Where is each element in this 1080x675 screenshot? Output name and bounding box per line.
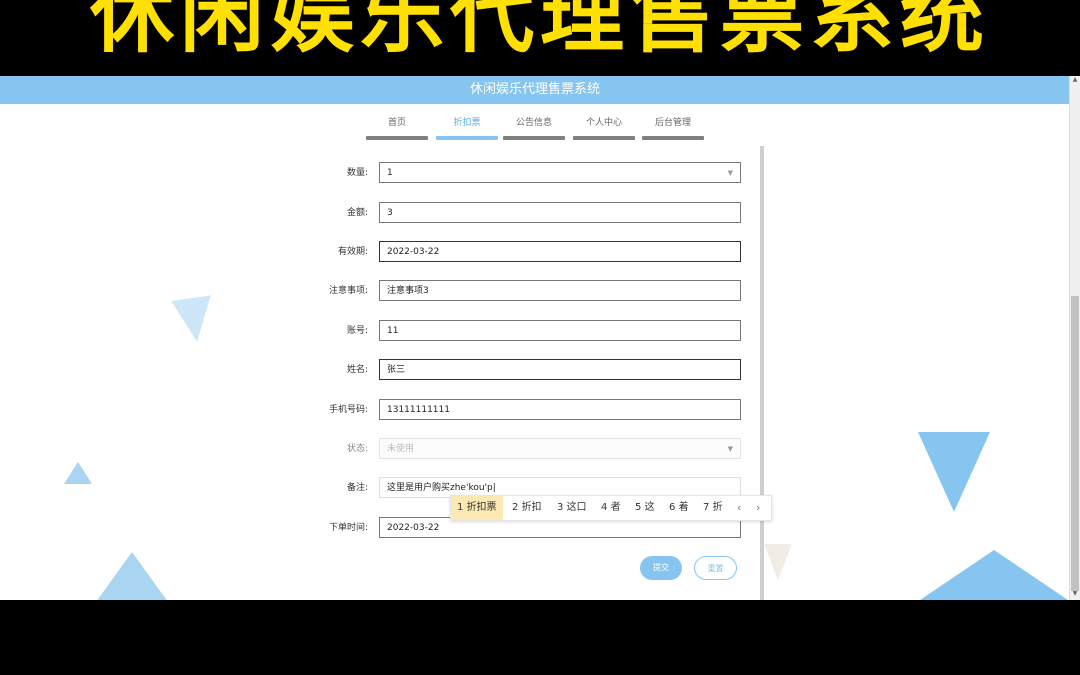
browser-page: 休闲娱乐代理售票系统 首页 折扣票 公告信息 个人中心 后台管理 数量: 1 ▼… <box>0 76 1080 600</box>
nav-underline <box>573 136 635 140</box>
ime-candidate[interactable]: 3 这口 <box>551 496 593 520</box>
name-input[interactable]: 张三 <box>379 359 741 380</box>
nav-underline <box>642 136 704 140</box>
quantity-row: 数量: 1 ▼ <box>280 162 750 186</box>
decor-triangle <box>764 544 792 580</box>
status-select: 未使用 ▼ <box>379 438 741 459</box>
scroll-down-icon[interactable]: ▼ <box>1070 590 1080 600</box>
valid-until-label: 有效期: <box>337 247 368 257</box>
ime-text: 这 <box>644 502 655 513</box>
video-banner: 休闲娱乐代理售票系统 <box>0 0 1080 76</box>
chevron-left-icon[interactable]: ‹ <box>737 496 741 520</box>
quantity-select[interactable]: 1 ▼ <box>379 162 741 183</box>
panel-edge <box>760 146 764 600</box>
ime-candidate[interactable]: 7 折 <box>697 496 729 520</box>
text-caret: | <box>492 483 496 493</box>
status-label: 状态: <box>346 444 368 454</box>
decor-triangle <box>920 550 1068 600</box>
ime-candidate-window: 1 折扣票 2 折扣 3 这口 4 者 5 这 6 着 7 折 ‹ › <box>450 495 772 521</box>
banner-title: 休闲娱乐代理售票系统 <box>89 0 990 64</box>
ime-index: 4 <box>601 502 608 513</box>
valid-until-input[interactable]: 2022-03-22 <box>379 241 741 262</box>
name-label: 姓名: <box>346 365 368 375</box>
nav-announcements-label: 公告信息 <box>515 118 552 128</box>
phone-row: 手机号码: 13111111111 <box>280 399 750 423</box>
decor-triangle <box>96 552 168 600</box>
amount-row: 金额: 3 <box>280 202 750 226</box>
ime-candidate[interactable]: 5 这 <box>629 496 661 520</box>
account-input[interactable]: 11 <box>379 320 741 341</box>
ime-index: 1 <box>457 502 464 513</box>
notes-input[interactable]: 注意事项3 <box>379 280 741 301</box>
status-value: 未使用 <box>387 444 415 454</box>
chevron-down-icon: ▼ <box>727 169 733 177</box>
ime-text: 着 <box>678 502 689 513</box>
amount-input[interactable]: 3 <box>379 202 741 223</box>
nav-personal-center[interactable]: 个人中心 <box>573 116 635 140</box>
nav-underline <box>503 136 565 140</box>
nav-announcements[interactable]: 公告信息 <box>503 116 565 140</box>
ime-index: 3 <box>557 502 564 513</box>
chevron-right-icon[interactable]: › <box>756 496 760 520</box>
ime-text: 折 <box>712 502 723 513</box>
order-time-label: 下单时间: <box>328 523 368 533</box>
ime-text: 这口 <box>566 502 587 513</box>
nav-discount-tickets[interactable]: 折扣票 <box>436 116 498 140</box>
site-title: 休闲娱乐代理售票系统 <box>469 82 600 97</box>
nav-underline <box>436 136 498 140</box>
decor-triangle <box>171 295 217 345</box>
video-bottom-bar <box>0 600 1080 675</box>
ime-index: 2 <box>512 502 519 513</box>
account-row: 账号: 11 <box>280 320 750 344</box>
decor-triangle <box>918 432 990 512</box>
submit-button[interactable]: 提交 <box>640 556 682 580</box>
name-row: 姓名: 张三 <box>280 359 750 383</box>
valid-until-row: 有效期: 2022-03-22 <box>280 241 750 265</box>
ime-text: 折扣票 <box>466 502 497 513</box>
nav-home-label: 首页 <box>387 118 406 128</box>
scroll-thumb[interactable] <box>1071 296 1079 591</box>
quantity-label: 数量: <box>346 168 368 178</box>
ime-text: 者 <box>610 502 621 513</box>
scroll-up-icon[interactable]: ▲ <box>1070 76 1080 86</box>
notes-row: 注意事项: 注意事项3 <box>280 280 750 304</box>
ime-candidate[interactable]: 1 折扣票 <box>451 496 503 520</box>
site-title-bar: 休闲娱乐代理售票系统 <box>0 76 1070 104</box>
decor-triangle <box>64 462 92 484</box>
nav-discount-label: 折扣票 <box>453 118 481 128</box>
ime-index: 5 <box>635 502 642 513</box>
nav-home[interactable]: 首页 <box>366 116 428 140</box>
nav-personal-label: 个人中心 <box>585 118 622 128</box>
phone-label: 手机号码: <box>328 405 368 415</box>
nav-admin-label: 后台管理 <box>654 118 691 128</box>
ime-index: 7 <box>703 502 710 513</box>
nav-admin[interactable]: 后台管理 <box>642 116 704 140</box>
page-scrollbar[interactable]: ▲ ▼ <box>1069 76 1080 600</box>
nav-underline <box>366 136 428 140</box>
quantity-value: 1 <box>387 168 393 178</box>
ime-text: 折扣 <box>521 502 542 513</box>
ime-candidate[interactable]: 2 折扣 <box>506 496 548 520</box>
ime-index: 6 <box>669 502 676 513</box>
main-nav: 首页 折扣票 公告信息 个人中心 后台管理 <box>0 104 1070 144</box>
phone-input[interactable]: 13111111111 <box>379 399 741 420</box>
remark-label: 备注: <box>346 483 368 493</box>
ime-candidate[interactable]: 6 着 <box>663 496 695 520</box>
remark-value: 这里是用户购买zhe'kou'p <box>387 483 493 493</box>
reset-button[interactable]: 重置 <box>694 556 737 580</box>
account-label: 账号: <box>346 326 368 336</box>
notes-label: 注意事项: <box>328 286 368 296</box>
status-row: 状态: 未使用 ▼ <box>280 438 750 462</box>
amount-label: 金额: <box>346 208 368 218</box>
ime-candidate[interactable]: 4 者 <box>595 496 627 520</box>
chevron-down-icon: ▼ <box>727 445 733 453</box>
